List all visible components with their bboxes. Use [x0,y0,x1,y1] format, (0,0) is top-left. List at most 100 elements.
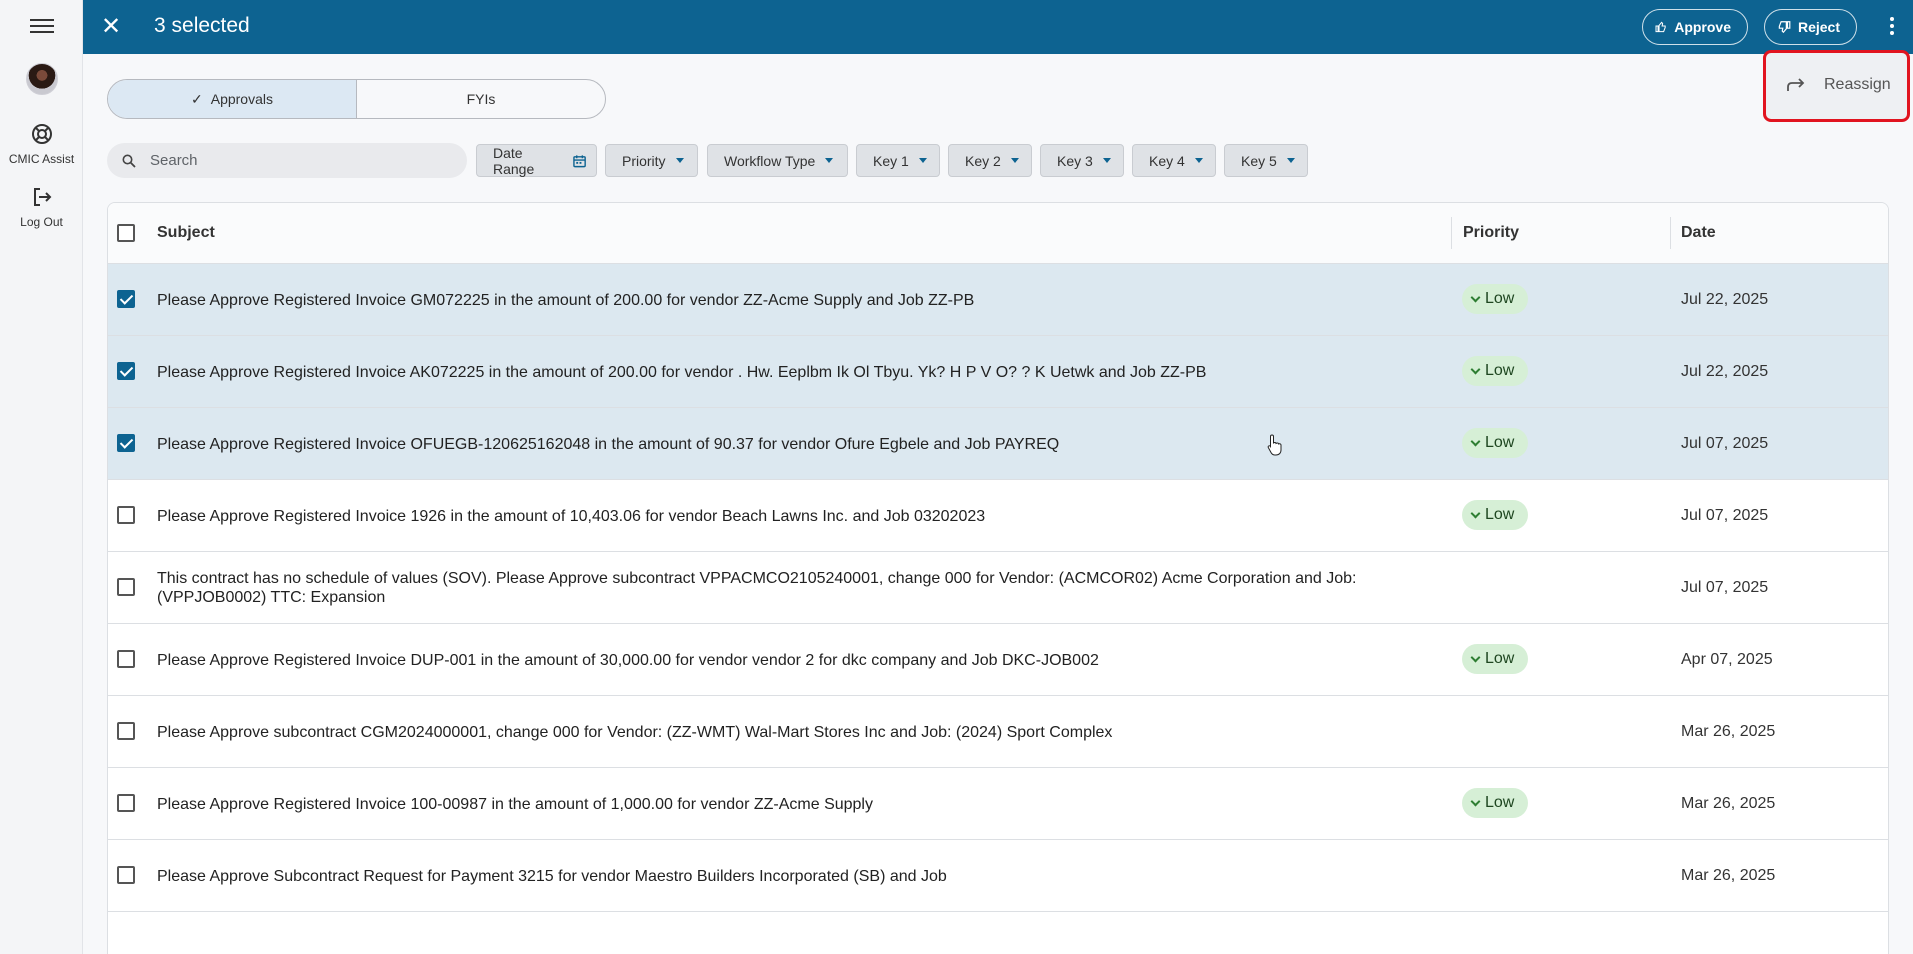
nav-log-out[interactable]: Log Out [0,185,83,231]
filter-key-5-label: Key 5 [1241,152,1277,169]
row-date: Mar 26, 2025 [1681,795,1776,812]
lifebuoy-icon [31,124,52,144]
close-icon[interactable]: ✕ [97,13,125,41]
reassign-menu-item[interactable]: Reassign [1772,61,1901,109]
more-options-icon[interactable] [1883,14,1901,40]
priority-label: Low [1485,434,1515,451]
filter-priority[interactable]: Priority [605,144,698,177]
row-subject: Please Approve subcontract CGM2024000001… [157,723,1113,741]
hamburger-menu-icon[interactable] [26,15,58,39]
thumbs-up-icon [1655,21,1666,33]
tab-approvals[interactable]: ✓ Approvals [108,80,357,118]
table-row[interactable]: Please Approve Subcontract Request for P… [108,840,1888,912]
caret-down-icon [825,158,834,163]
filter-key-4-label: Key 4 [1149,152,1185,169]
thumbs-down-icon [1778,21,1791,34]
hand-cursor-icon [1267,434,1282,456]
row-checkbox[interactable] [117,650,135,668]
select-all-checkbox[interactable] [117,224,135,242]
table-row[interactable]: Please Approve Registered Invoice GM0722… [108,264,1888,336]
priority-badge: Low [1462,356,1529,386]
approve-button[interactable]: Approve [1642,9,1748,45]
row-date: Apr 07, 2025 [1681,651,1773,668]
nav-log-out-label: Log Out [20,215,63,229]
logout-icon [33,188,51,206]
row-date: Jul 07, 2025 [1681,507,1769,524]
row-checkbox[interactable] [117,290,135,308]
filter-workflow-type[interactable]: Workflow Type [707,144,848,177]
reject-button[interactable]: Reject [1764,9,1857,45]
row-date: Jul 22, 2025 [1681,363,1769,380]
reject-label: Reject [1797,19,1840,35]
tab-fyis-label: FYIs [466,91,496,107]
table-row[interactable]: Please Approve Registered Invoice DUP-00… [108,624,1888,696]
row-date: Mar 26, 2025 [1681,723,1776,740]
table-row[interactable]: Please Approve Registered Invoice 1926 i… [108,480,1888,552]
priority-badge: Low [1462,500,1529,530]
table-header: Subject Priority Date [108,203,1888,264]
row-subject: Please Approve Registered Invoice AK0722… [157,363,1207,381]
filter-workflow-type-label: Workflow Type [724,152,816,169]
caret-down-icon [675,158,684,163]
left-rail: CMIC Assist Log Out [0,0,83,954]
filter-priority-label: Priority [622,152,666,169]
column-date[interactable]: Date [1681,224,1716,242]
tab-approvals-label: Approvals [210,91,273,107]
chevron-down-icon [1470,364,1481,374]
row-checkbox[interactable] [117,794,135,812]
row-checkbox[interactable] [117,722,135,740]
table-row[interactable]: Please Approve Registered Invoice OFUEGB… [108,408,1888,480]
row-checkbox[interactable] [117,578,135,596]
table-row[interactable]: Please Approve Registered Invoice 100-00… [108,768,1888,840]
filter-date-range[interactable]: Date Range [476,144,597,177]
column-divider[interactable] [1670,217,1671,249]
filter-key-5[interactable]: Key 5 [1224,144,1308,177]
caret-down-icon [1102,158,1111,163]
row-subject: Please Approve Registered Invoice GM0722… [157,291,975,309]
nav-cmic-assist-label: CMIC Assist [8,152,75,166]
priority-badge: Low [1462,284,1529,314]
avatar[interactable] [26,63,58,95]
column-divider[interactable] [1451,217,1452,249]
selection-toolbar: ✕ 3 selected Approve Reject [83,0,1913,54]
table-row[interactable]: Please Approve Registered Invoice AK0722… [108,336,1888,408]
priority-badge: Low [1462,788,1529,818]
priority-label: Low [1485,650,1515,667]
priority-label: Low [1485,794,1515,811]
calendar-icon [573,154,586,167]
row-checkbox[interactable] [117,866,135,884]
row-checkbox[interactable] [117,434,135,452]
table-row[interactable]: Please Approve subcontract CGM2024000001… [108,696,1888,768]
chevron-down-icon [1470,796,1481,806]
filter-key-1[interactable]: Key 1 [856,144,940,177]
search-input[interactable] [150,152,430,169]
priority-badge: Low [1462,428,1529,458]
column-priority[interactable]: Priority [1463,224,1519,242]
priority-badge: Low [1462,644,1529,674]
filter-key-1-label: Key 1 [873,152,909,169]
row-date: Jul 07, 2025 [1681,435,1769,452]
forward-arrow-icon [1787,78,1805,91]
column-subject[interactable]: Subject [157,224,215,242]
row-date: Jul 22, 2025 [1681,291,1769,308]
row-checkbox[interactable] [117,362,135,380]
filter-date-range-label: Date Range [493,144,535,177]
approve-label: Approve [1674,19,1731,35]
table-row[interactable]: This contract has no schedule of values … [108,552,1888,624]
filter-key-3[interactable]: Key 3 [1040,144,1124,177]
filter-key-2-label: Key 2 [965,152,1001,169]
chevron-down-icon [1470,292,1481,302]
tab-fyis[interactable]: FYIs [357,80,605,118]
priority-label: Low [1485,290,1515,307]
nav-cmic-assist[interactable]: CMIC Assist [0,122,83,168]
check-icon: ✓ [191,90,203,107]
filter-key-4[interactable]: Key 4 [1132,144,1216,177]
caret-down-icon [918,158,927,163]
row-checkbox[interactable] [117,506,135,524]
row-date: Jul 07, 2025 [1681,579,1769,596]
chevron-down-icon [1470,508,1481,518]
reassign-menu: Reassign [1763,50,1910,122]
row-date: Mar 26, 2025 [1681,867,1776,884]
caret-down-icon [1194,158,1203,163]
filter-key-2[interactable]: Key 2 [948,144,1032,177]
